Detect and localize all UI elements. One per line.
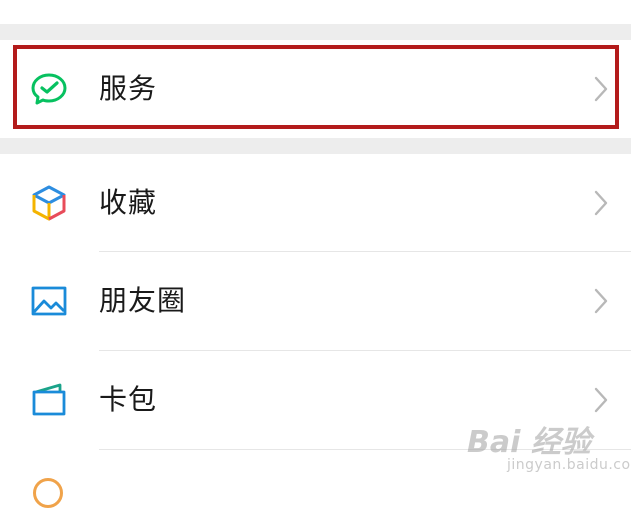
moments-photo-icon (31, 286, 67, 316)
card-wallet-icon (32, 383, 66, 416)
menu-item-label: 服务 (99, 72, 158, 105)
chevron-right-icon (594, 387, 608, 413)
favorites-cube-icon (32, 185, 66, 221)
top-section-remnant (0, 0, 631, 24)
chevron-right-icon (594, 76, 608, 102)
watermark-url: jingyan.baidu.com (507, 457, 631, 473)
menu-item-services[interactable]: 服务 (0, 40, 631, 138)
chevron-right-icon (594, 288, 608, 314)
watermark-logo: Bai 经验 (467, 425, 591, 460)
menu-item-favorites[interactable]: 收藏 (0, 154, 631, 252)
emoji-icon (33, 478, 63, 508)
menu-item-label: 卡包 (99, 383, 158, 416)
wechat-pay-icon (31, 73, 67, 105)
chevron-right-icon (594, 190, 608, 216)
menu-item-moments[interactable]: 朋友圈 (0, 252, 631, 350)
section-separator (0, 24, 631, 40)
watermark: Bai 经验 jingyan.baidu.com (467, 413, 631, 475)
menu-item-label: 收藏 (99, 186, 158, 219)
section-separator (0, 138, 631, 154)
menu-item-label: 朋友圈 (99, 284, 187, 317)
